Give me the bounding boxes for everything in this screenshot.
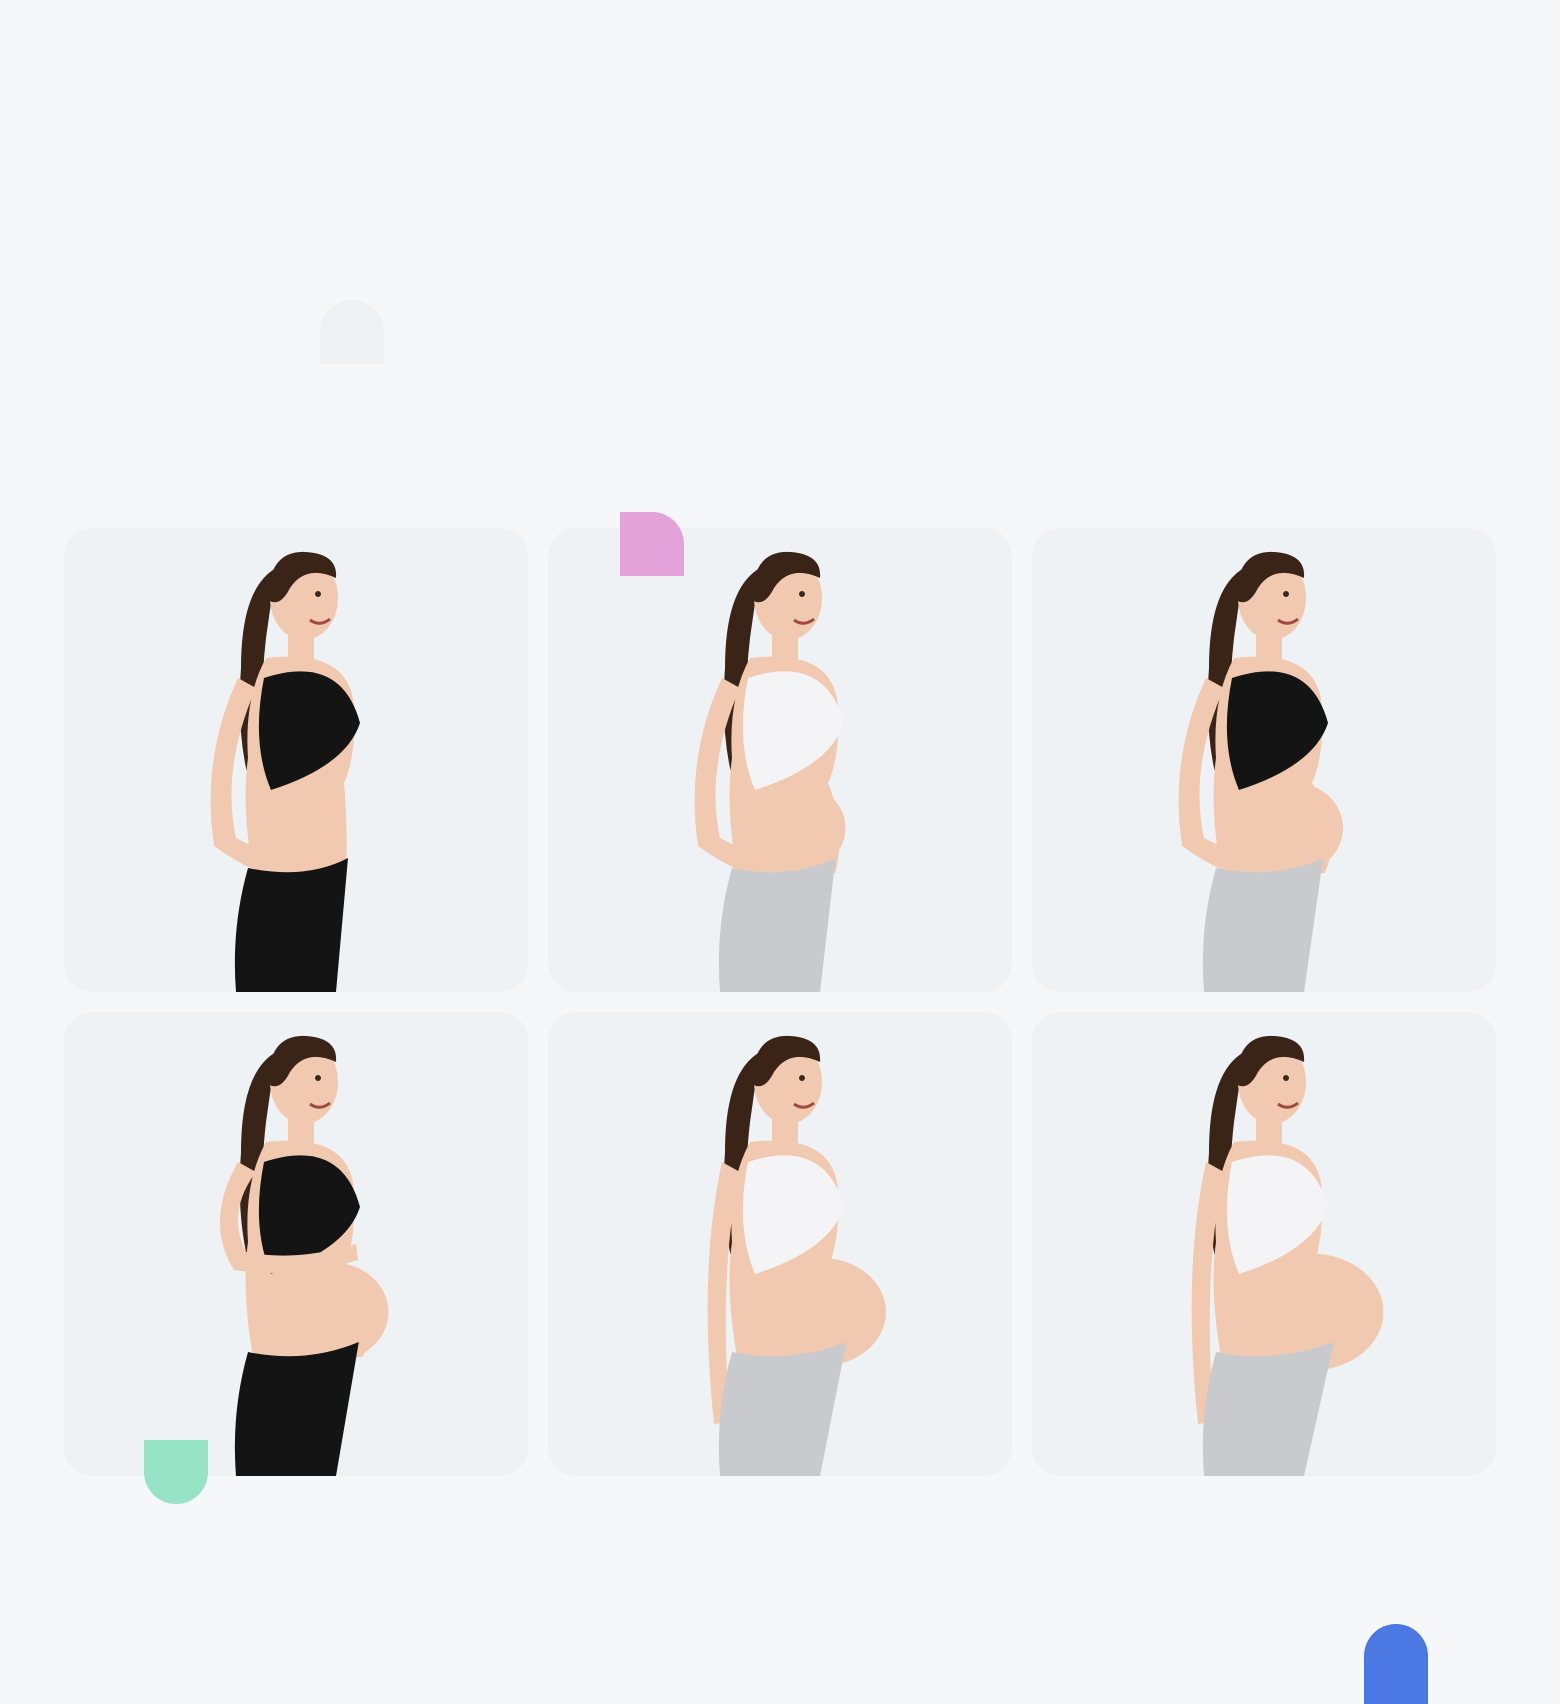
gallery-photo-card[interactable] bbox=[64, 528, 528, 992]
gallery-photo-card[interactable] bbox=[548, 1012, 1012, 1476]
photo-illustration bbox=[1191, 1035, 1384, 1476]
eye bbox=[799, 591, 805, 597]
gallery-photo-card[interactable] bbox=[548, 528, 1012, 992]
eye bbox=[799, 1075, 805, 1081]
pants bbox=[718, 858, 836, 992]
gallery-photo-card[interactable] bbox=[1032, 528, 1496, 992]
belly bbox=[1246, 783, 1343, 873]
belly bbox=[765, 787, 846, 869]
belly bbox=[757, 1258, 886, 1366]
decorative-shape-pink bbox=[620, 512, 684, 576]
gallery-photo-card[interactable] bbox=[64, 1012, 528, 1476]
pants bbox=[234, 1342, 359, 1476]
belly bbox=[275, 1262, 389, 1362]
decorative-shape-gray bbox=[320, 300, 384, 364]
decorative-shape-green bbox=[144, 1440, 208, 1504]
eye bbox=[1283, 1075, 1289, 1081]
pants bbox=[718, 1342, 847, 1476]
eye bbox=[315, 591, 321, 597]
eye bbox=[315, 1075, 321, 1081]
photo-illustration bbox=[1178, 551, 1343, 992]
gallery-photo-card[interactable] bbox=[1032, 1012, 1496, 1476]
pants bbox=[234, 858, 348, 992]
pants bbox=[1202, 1342, 1334, 1476]
photo-illustration bbox=[219, 1035, 389, 1476]
decorative-shape-blue bbox=[1364, 1624, 1428, 1704]
photo-illustration bbox=[694, 551, 846, 992]
photo-illustration bbox=[210, 551, 360, 992]
photo-illustration bbox=[707, 1035, 886, 1476]
eye bbox=[1283, 591, 1289, 597]
pants bbox=[1202, 858, 1324, 992]
pregnancy-photo-gallery bbox=[64, 528, 1496, 1476]
